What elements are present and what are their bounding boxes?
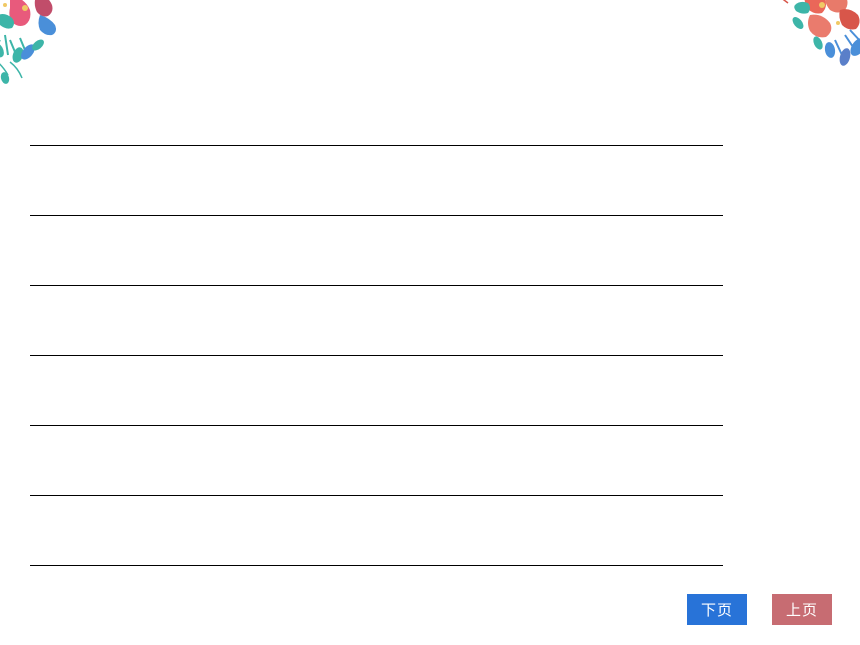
floral-decoration-right [750, 0, 860, 75]
prev-page-button[interactable]: 上页 [772, 594, 832, 625]
writing-line [30, 285, 723, 286]
writing-line [30, 355, 723, 356]
navigation-buttons: 下页 上页 [687, 594, 832, 625]
writing-line [30, 215, 723, 216]
next-page-button[interactable]: 下页 [687, 594, 747, 625]
writing-lines-area [30, 145, 723, 635]
writing-line [30, 425, 723, 426]
writing-line [30, 145, 723, 146]
writing-line [30, 495, 723, 496]
floral-decoration-left [0, 0, 80, 90]
writing-line [30, 565, 723, 566]
